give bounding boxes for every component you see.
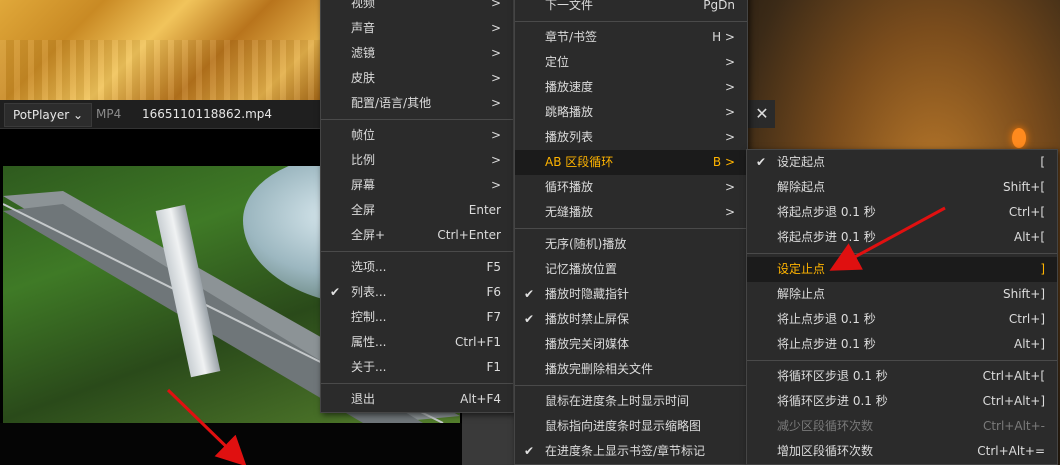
annotation-arrow-bottom xyxy=(166,388,247,465)
annotation-arrows xyxy=(166,206,946,465)
annotation-arrow-stop-point xyxy=(829,206,946,271)
